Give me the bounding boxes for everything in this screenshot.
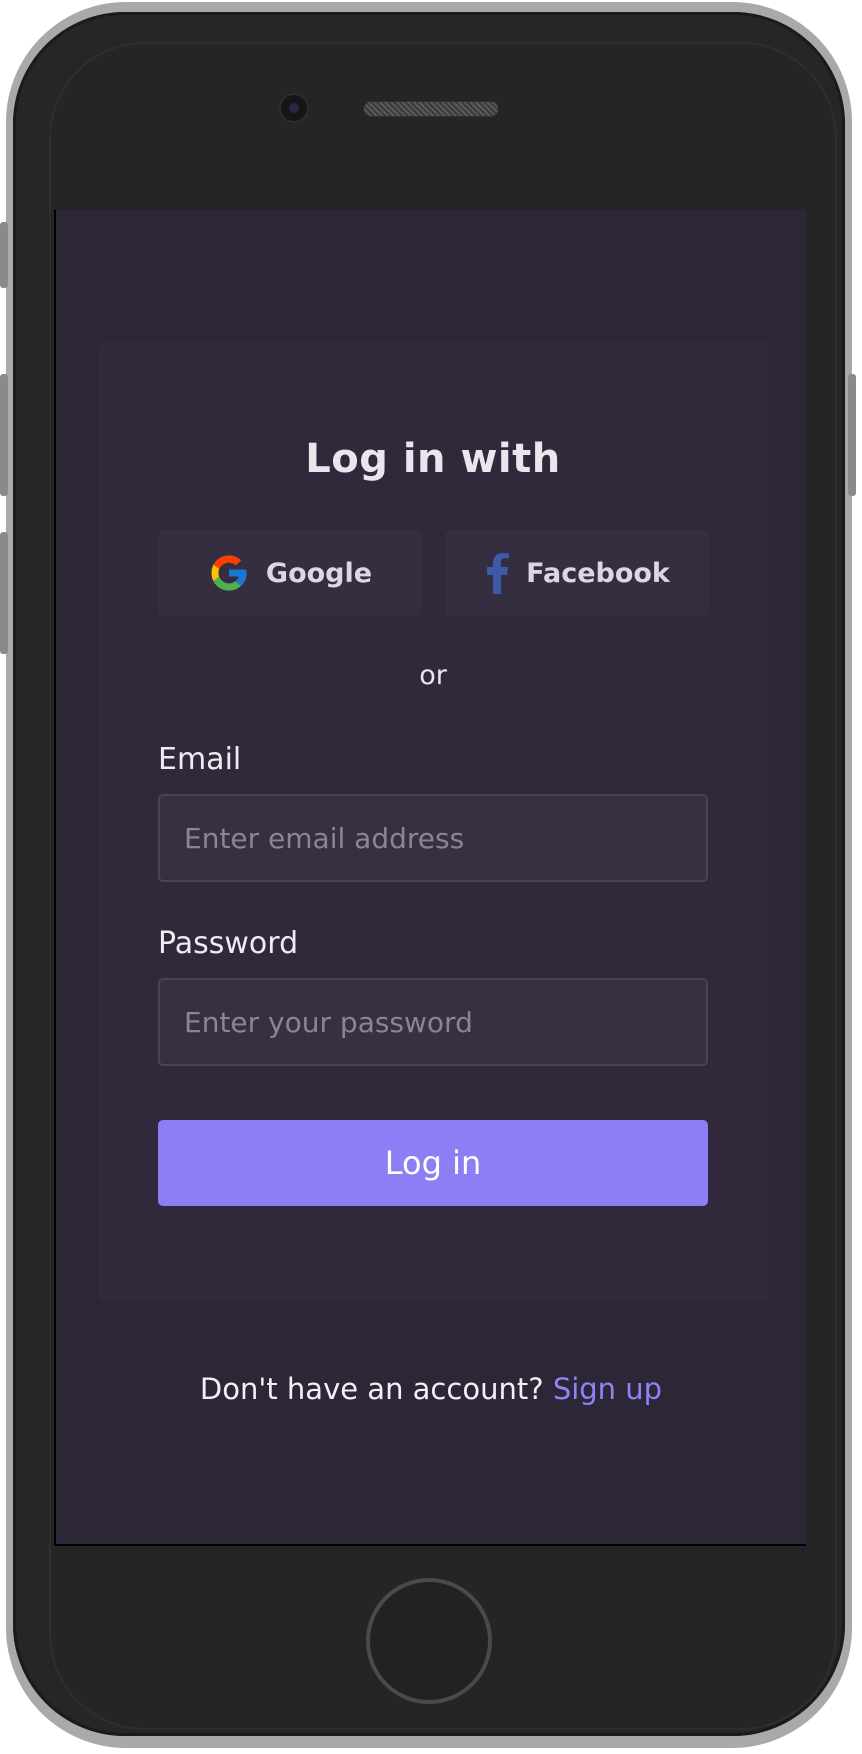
volume-up-button: [0, 374, 8, 496]
volume-down-button: [0, 532, 8, 654]
front-camera: [281, 95, 307, 121]
login-button[interactable]: Log in: [158, 1120, 708, 1206]
facebook-icon: [484, 552, 510, 594]
login-screen: Log in with Google Facebook or Email Ent…: [54, 210, 806, 1546]
login-title: Log in with: [305, 436, 561, 482]
email-field[interactable]: [158, 794, 708, 882]
google-login-label: Google: [265, 557, 373, 589]
signup-prompt-row: Don't have an account? Sign up: [56, 1372, 806, 1406]
google-login-button[interactable]: Google: [158, 530, 422, 616]
home-button[interactable]: [366, 1578, 492, 1704]
email-label: Email: [158, 742, 242, 777]
device-frame: Log in with Google Facebook or Email Ent…: [0, 0, 862, 1754]
facebook-login-label: Facebook: [526, 557, 670, 589]
login-card: Log in with Google Facebook or Email Ent…: [98, 340, 768, 1302]
earpiece-speaker: [364, 102, 498, 116]
google-icon: [208, 552, 250, 594]
mute-switch: [0, 222, 8, 288]
facebook-login-button[interactable]: Facebook: [445, 530, 709, 616]
power-button: [848, 374, 856, 496]
password-field[interactable]: [158, 978, 708, 1066]
password-label: Password: [158, 926, 299, 961]
signup-prompt-text: Don't have an account?: [199, 1372, 544, 1406]
signup-link[interactable]: Sign up: [553, 1372, 662, 1406]
or-divider: or: [419, 660, 447, 691]
